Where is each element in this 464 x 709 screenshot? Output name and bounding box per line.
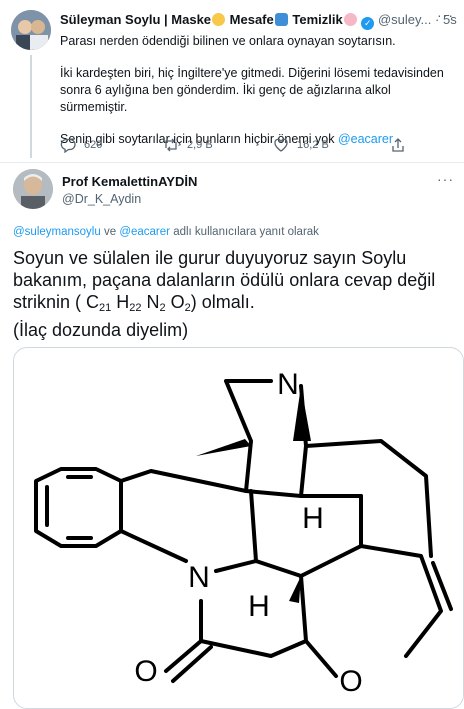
tweet-body: Soyun ve sülalen ile gurur duyuyoruz say… [13, 248, 436, 340]
tweet-line: Parası nerden ödendiği bilinen ve onlara… [60, 34, 396, 48]
atom-label: O [134, 655, 157, 688]
more-options-icon[interactable]: ··· [437, 171, 454, 187]
share-button[interactable] [390, 137, 406, 153]
retweet-icon [165, 138, 177, 152]
more-options-icon[interactable]: ··· [437, 7, 454, 23]
atom-label: H [302, 502, 324, 535]
tweet-header: Süleyman Soylu | Maske Mesafe Temizlik ✓… [60, 12, 457, 30]
thread-line [30, 55, 32, 158]
avatar[interactable] [11, 10, 51, 50]
avatar[interactable] [13, 169, 53, 209]
quoted-tweet[interactable]: Süleyman Soylu | Maske Mesafe Temizlik ✓… [0, 0, 464, 163]
author-handle[interactable]: @suley... [378, 12, 431, 27]
tweet-actions: 620 2,9 B 16,2 B [60, 137, 440, 155]
author-name-part2: Mesafe [229, 12, 274, 27]
share-icon [392, 138, 404, 152]
like-button[interactable]: 16,2 B [273, 137, 329, 153]
tweet-image[interactable]: N N H H O O [13, 347, 464, 709]
mention-link[interactable]: @eacarer [119, 226, 170, 238]
reply-icon [60, 138, 76, 153]
reply-count: 620 [84, 139, 103, 151]
author-handle[interactable]: @Dr_K_Aydin [62, 192, 141, 206]
atom-label: N [188, 561, 210, 594]
author-name[interactable]: Süleyman Soylu | Maske [60, 12, 211, 27]
like-count: 16,2 B [297, 139, 329, 151]
retweet-button[interactable]: 2,9 B [163, 137, 213, 153]
author-name[interactable]: Prof KemalettinAYDİN [62, 174, 197, 189]
mention-link[interactable]: @suleymansoylu [13, 226, 101, 238]
author-name-part3: Temizlik [292, 12, 343, 27]
atom-label: N [277, 368, 299, 401]
tweet-line: İki kardeşten biri, hiç İngiltere'ye git… [60, 66, 444, 114]
mask-emoji-icon [212, 13, 226, 26]
verified-badge-icon: ✓ [361, 17, 375, 30]
atom-label: O [339, 665, 362, 698]
strychnine-structure: N N H H O O [34, 368, 453, 698]
heart-icon [274, 138, 288, 152]
soap-emoji-icon [343, 13, 357, 26]
reply-button[interactable]: 620 [60, 137, 102, 153]
atom-label: H [248, 590, 270, 623]
left-right-arrow-emoji-icon [274, 13, 288, 26]
retweet-count: 2,9 B [187, 139, 213, 151]
replying-to: @suleymansoylu ve @eacarer adlı kullanıc… [13, 226, 319, 238]
